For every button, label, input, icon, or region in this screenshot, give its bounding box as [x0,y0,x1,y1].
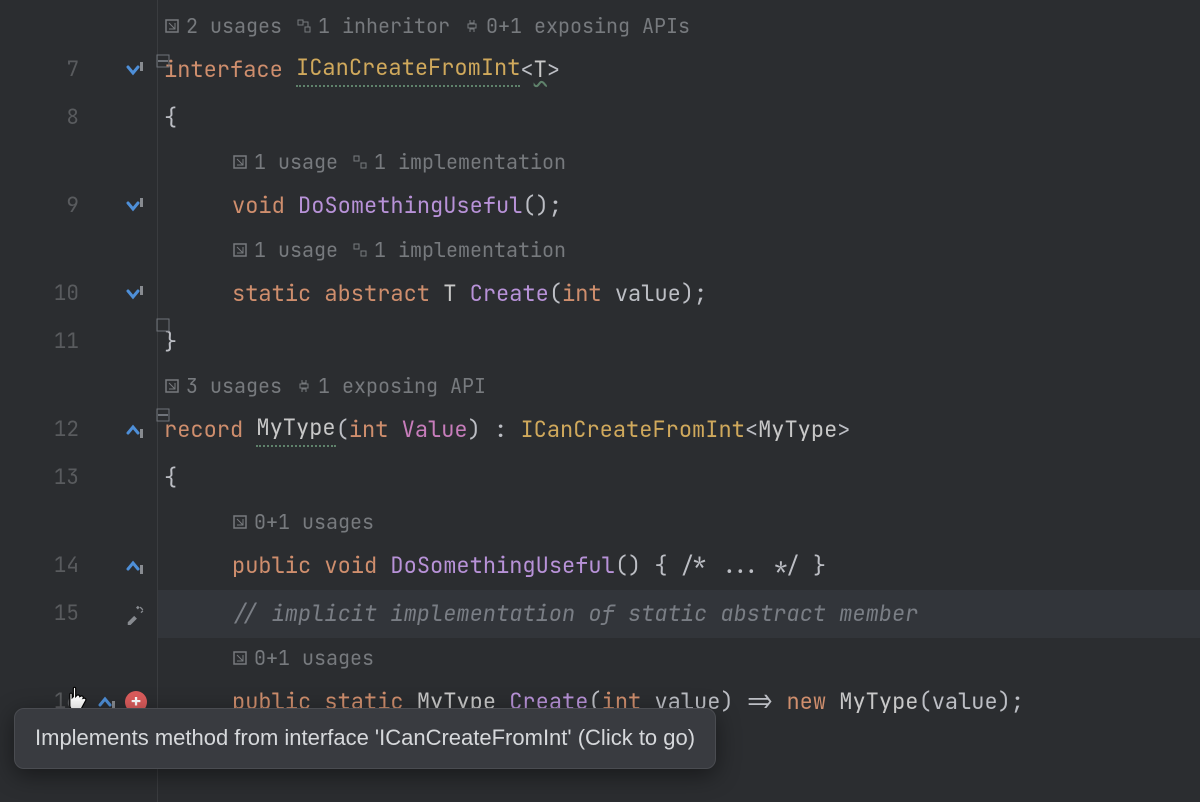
gutter-line-13[interactable]: 13 [0,454,157,502]
code-line[interactable]: record MyType(int Value) : ICanCreateFro… [158,406,1200,454]
hammer-icon[interactable] [125,603,147,625]
fold-minus-icon[interactable] [156,408,170,422]
fold-minus-icon[interactable] [156,54,170,68]
gutter-line-10[interactable]: 10 [0,270,157,318]
code-lens[interactable]: 0+1 usages [158,638,1200,678]
usages-icon [232,514,248,530]
gutter-line-11[interactable]: 11 [0,318,157,366]
gutter-line-9[interactable]: 9 [0,182,157,230]
tooltip[interactable]: Implements method from interface 'ICanCr… [14,708,716,769]
code-lens[interactable]: 1 usage 1 implementation [158,142,1200,182]
implementing-up-icon[interactable] [123,554,147,578]
editor-gutter: 7 8 9 10 [0,0,158,802]
code-line[interactable]: } [158,318,1200,366]
gutter-line-8[interactable]: 8 [0,94,157,142]
code-line[interactable]: public void DoSomethingUseful() { /* ...… [158,542,1200,590]
implementing-up-icon[interactable] [123,418,147,442]
code-line[interactable]: interface ICanCreateFromInt<T> [158,46,1200,94]
gutter-line-14[interactable]: 14 [0,542,157,590]
usages-icon [232,154,248,170]
code-line-current[interactable]: // implicit implementation of static abs… [158,590,1200,638]
code-line[interactable]: { [158,94,1200,142]
code-lens[interactable]: 0+1 usages [158,502,1200,542]
implemented-down-icon[interactable] [123,282,147,306]
usages-icon [232,242,248,258]
code-lens[interactable]: 3 usages 1 exposing API [158,366,1200,406]
inheritor-icon [296,18,312,34]
gutter-line-15[interactable]: 15 [0,590,157,638]
editor-code[interactable]: 2 usages 1 inheritor 0+1 exposing APIs i… [158,0,1200,802]
code-lens[interactable]: 1 usage 1 implementation [158,230,1200,270]
implemented-down-icon[interactable] [123,194,147,218]
api-icon [296,378,312,394]
usages-icon [232,650,248,666]
code-line[interactable]: static abstract T Create(int value); [158,270,1200,318]
implemented-down-icon[interactable] [123,58,147,82]
implementation-icon [352,242,368,258]
code-line[interactable]: { [158,454,1200,502]
fold-end-icon[interactable] [156,318,170,332]
gutter-line-7[interactable]: 7 [0,46,157,94]
implementation-icon [352,154,368,170]
gutter-line-12[interactable]: 12 [0,406,157,454]
code-lens[interactable]: 2 usages 1 inheritor 0+1 exposing APIs [158,6,1200,46]
code-line[interactable]: void DoSomethingUseful(); [158,182,1200,230]
api-icon [464,18,480,34]
